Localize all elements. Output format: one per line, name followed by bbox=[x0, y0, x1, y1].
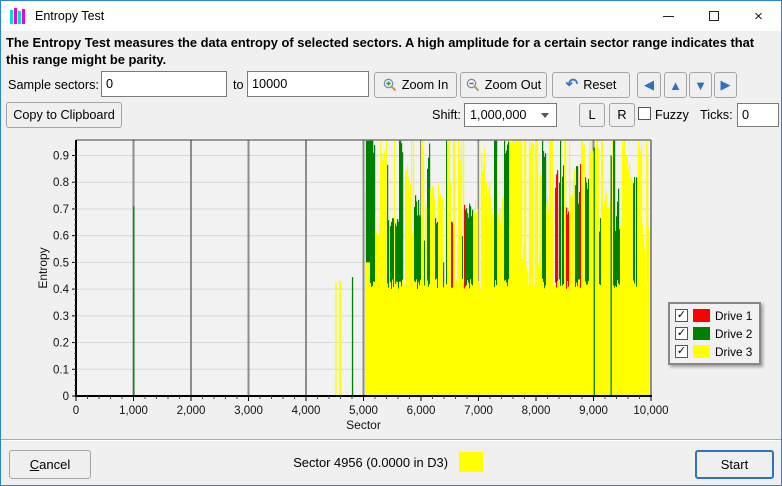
svg-text:0.3: 0.3 bbox=[53, 311, 69, 323]
entropy-chart[interactable]: 0 1,000 2,000 3,000 4,000 5,000 6,000 7,000 8,00… bbox=[1, 134, 782, 438]
start-button[interactable]: Start bbox=[695, 450, 774, 479]
zoom-out-icon bbox=[466, 78, 480, 92]
legend-color-swatch bbox=[693, 309, 710, 322]
legend-color-swatch bbox=[693, 345, 710, 358]
arrow-up-icon: ▲ bbox=[669, 78, 682, 93]
cancel-label: Cancel bbox=[30, 457, 70, 472]
svg-text:0: 0 bbox=[63, 391, 69, 403]
svg-text:9,000: 9,000 bbox=[579, 405, 608, 417]
shift-left-button[interactable]: L bbox=[579, 103, 605, 127]
shift-label: Shift: bbox=[432, 108, 461, 122]
legend-item: ✓ Drive 1 bbox=[675, 307, 752, 324]
pan-left-button[interactable]: ◀ bbox=[637, 72, 661, 98]
window-title: Entropy Test bbox=[35, 9, 104, 23]
svg-text:0: 0 bbox=[73, 405, 79, 417]
close-button[interactable]: × bbox=[736, 1, 781, 31]
shift-left-label: L bbox=[588, 108, 595, 122]
zoom-out-label: Zoom Out bbox=[485, 78, 541, 92]
reset-button[interactable]: ↶ Reset bbox=[552, 72, 630, 98]
svg-text:8,000: 8,000 bbox=[522, 405, 551, 417]
legend-item: ✓ Drive 2 bbox=[675, 325, 752, 342]
title-bar[interactable]: Entropy Test × bbox=[1, 1, 781, 31]
svg-text:2,000: 2,000 bbox=[177, 405, 206, 417]
legend-label: Drive 3 bbox=[715, 345, 752, 359]
hover-status-text: Sector 4956 (0.0000 in D3) bbox=[293, 455, 448, 470]
hover-status: Sector 4956 (0.0000 in D3) bbox=[251, 452, 483, 472]
svg-text:0.6: 0.6 bbox=[53, 231, 69, 243]
description-text: The Entropy Test measures the data entro… bbox=[6, 34, 770, 68]
ticks-label: Ticks: bbox=[700, 108, 733, 122]
to-label: to bbox=[233, 78, 244, 92]
svg-text:6,000: 6,000 bbox=[407, 405, 436, 417]
sample-sectors-label: Sample sectors: bbox=[8, 78, 99, 92]
hover-status-color-swatch bbox=[459, 452, 483, 472]
svg-text:10,000: 10,000 bbox=[633, 405, 668, 417]
close-icon: × bbox=[754, 8, 763, 25]
svg-text:7,000: 7,000 bbox=[464, 405, 493, 417]
svg-text:0.4: 0.4 bbox=[53, 284, 70, 296]
svg-text:0.9: 0.9 bbox=[53, 150, 69, 162]
maximize-icon bbox=[709, 11, 719, 21]
zoom-out-button[interactable]: Zoom Out bbox=[460, 72, 547, 98]
legend-label: Drive 2 bbox=[715, 327, 752, 341]
svg-text:0.2: 0.2 bbox=[53, 338, 69, 350]
minimize-button[interactable] bbox=[646, 1, 691, 31]
app-icon bbox=[10, 8, 28, 24]
zoom-in-label: Zoom In bbox=[402, 78, 449, 92]
shift-right-button[interactable]: R bbox=[609, 103, 635, 127]
chart-canvas[interactable]: 0 1,000 2,000 3,000 4,000 5,000 6,000 7,000 8,00… bbox=[1, 134, 782, 438]
zoom-in-icon bbox=[383, 78, 397, 92]
arrow-left-icon: ◀ bbox=[644, 77, 654, 93]
shift-value: 1,000,000 bbox=[470, 108, 526, 122]
shift-dropdown[interactable]: 1,000,000 bbox=[464, 103, 557, 127]
svg-text:0.8: 0.8 bbox=[53, 177, 69, 189]
sample-to-input[interactable] bbox=[247, 71, 369, 97]
svg-text:3,000: 3,000 bbox=[234, 405, 263, 417]
svg-text:Sector: Sector bbox=[346, 418, 381, 432]
cancel-button[interactable]: Cancel bbox=[9, 450, 91, 479]
chevron-down-icon bbox=[541, 113, 549, 118]
fuzzy-checkbox[interactable] bbox=[638, 107, 651, 120]
svg-text:0.5: 0.5 bbox=[53, 257, 69, 269]
copy-label: Copy to Clipboard bbox=[13, 108, 115, 122]
legend-checkbox[interactable]: ✓ bbox=[675, 327, 688, 340]
maximize-button[interactable] bbox=[691, 1, 736, 31]
svg-text:5,000: 5,000 bbox=[349, 405, 378, 417]
legend-checkbox[interactable]: ✓ bbox=[675, 309, 688, 322]
ticks-input[interactable] bbox=[737, 103, 779, 127]
pan-right-button[interactable]: ▶ bbox=[714, 72, 737, 98]
shift-right-label: R bbox=[617, 108, 626, 122]
legend-color-swatch bbox=[693, 327, 710, 340]
legend-checkbox[interactable]: ✓ bbox=[675, 345, 688, 358]
fuzzy-label: Fuzzy bbox=[655, 108, 689, 122]
zoom-in-button[interactable]: Zoom In bbox=[374, 72, 457, 98]
start-label: Start bbox=[721, 457, 748, 472]
pan-down-button[interactable]: ▼ bbox=[689, 72, 712, 98]
legend-label: Drive 1 bbox=[715, 309, 752, 323]
arrow-down-icon: ▼ bbox=[694, 78, 707, 93]
legend-item: ✓ Drive 3 bbox=[675, 343, 752, 360]
svg-text:Entropy: Entropy bbox=[36, 247, 50, 288]
reset-icon: ↶ bbox=[566, 80, 579, 90]
svg-text:0.7: 0.7 bbox=[53, 204, 69, 216]
copy-to-clipboard-button[interactable]: Copy to Clipboard bbox=[6, 102, 122, 128]
entropy-test-dialog: Entropy Test × The Entropy Test measures… bbox=[0, 0, 782, 486]
svg-text:4,000: 4,000 bbox=[292, 405, 321, 417]
minimize-icon bbox=[663, 16, 674, 17]
svg-text:0.1: 0.1 bbox=[53, 364, 69, 376]
svg-text:1,000: 1,000 bbox=[119, 405, 148, 417]
pan-up-button[interactable]: ▲ bbox=[664, 72, 687, 98]
reset-label: Reset bbox=[583, 78, 616, 92]
footer-separator bbox=[1, 439, 782, 441]
chart-legend: ✓ Drive 1 ✓ Drive 2 ✓ Drive 3 bbox=[668, 302, 761, 365]
sample-from-input[interactable] bbox=[101, 71, 227, 97]
arrow-right-icon: ▶ bbox=[721, 77, 731, 93]
